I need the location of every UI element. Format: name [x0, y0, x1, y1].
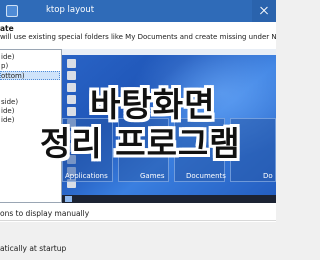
layout-item[interactable]: ide)	[1, 116, 14, 125]
layout-description: will use existing special folders like M…	[0, 33, 276, 41]
layout-item[interactable]: p)	[1, 62, 8, 71]
dialog-footer	[0, 222, 276, 260]
desktop-icon	[67, 83, 76, 92]
taskbar	[62, 195, 276, 203]
section-label: ate	[0, 24, 14, 33]
startup-option[interactable]: atically at startup	[0, 244, 66, 253]
fence-label: Games	[140, 172, 165, 180]
overlay-title-line2: 정리 프로그램	[40, 124, 241, 163]
layout-item[interactable]: ide)	[1, 53, 14, 62]
fence-label: Documents	[186, 172, 226, 180]
manual-display-label: ons to display manually	[0, 209, 90, 218]
windows-start-icon	[65, 196, 72, 202]
app-icon	[6, 5, 18, 17]
layout-item[interactable]: ide)	[1, 107, 14, 116]
title-bar: ktop layout	[0, 0, 276, 22]
desktop-icon	[67, 71, 76, 80]
window-title: ktop layout	[46, 5, 95, 15]
layout-item[interactable]: side)	[1, 98, 18, 107]
fence-label: Do	[263, 172, 273, 180]
divider	[0, 220, 276, 221]
desktop-icon	[67, 59, 76, 68]
layout-item-selected[interactable]: ottom)	[0, 71, 60, 80]
desktop-icon	[67, 95, 76, 104]
fence-label: Applications	[65, 172, 108, 180]
close-button[interactable]	[252, 0, 276, 22]
desktop-icon	[67, 107, 76, 116]
preview-header	[62, 49, 276, 55]
